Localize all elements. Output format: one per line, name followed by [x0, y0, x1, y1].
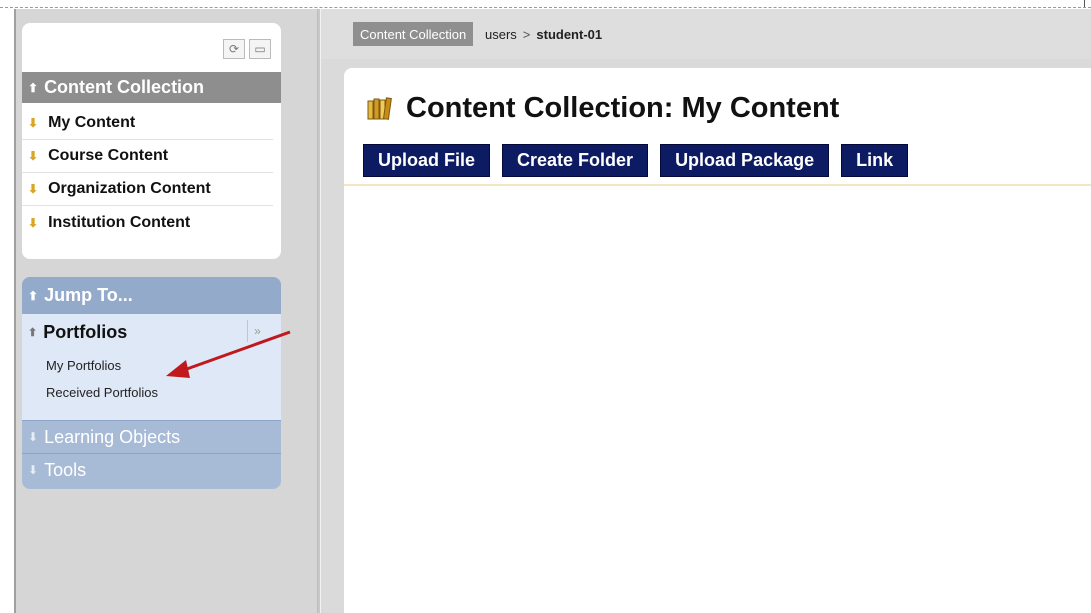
chevron-down-icon: ⬇︎	[28, 116, 39, 130]
content-collection-list: ⬇︎ My Content ⬇︎ Course Content ⬇︎ Organ…	[22, 107, 281, 239]
upload-package-button[interactable]: Upload Package	[660, 144, 830, 177]
main-panel: Content Collection: My Content Upload Fi…	[344, 68, 1091, 613]
chevron-down-icon: ⬇︎	[28, 182, 39, 196]
sidebar-item-institution-content[interactable]: ⬇︎ Institution Content	[22, 206, 273, 239]
breadcrumb-users[interactable]: users	[485, 27, 517, 42]
top-strip-tick	[1084, 0, 1085, 7]
action-bar: Upload File Create Folder Upload Package…	[363, 144, 909, 177]
create-folder-button[interactable]: Create Folder	[502, 144, 649, 177]
chevron-down-icon: ⬇︎	[28, 463, 39, 477]
content-area: Content Collection users > student-01 Co…	[321, 9, 1091, 613]
sidebar-item-tools[interactable]: ⬇︎ Tools	[22, 453, 281, 486]
link-button[interactable]: Link	[841, 144, 909, 177]
refresh-icon[interactable]: ⟳	[223, 39, 245, 59]
sidebar-item-label: Course Content	[48, 147, 169, 164]
annotation-arrow	[166, 330, 291, 378]
content-collection-box: ⟳ ▭ ⬆︎ Content Collection ⬇︎ My Content …	[22, 23, 281, 259]
breadcrumb-root[interactable]: Content Collection	[353, 22, 474, 46]
breadcrumb-path: users > student-01	[485, 22, 602, 46]
chevron-down-icon: ⬇︎	[28, 430, 39, 444]
chevron-up-icon: ⬆︎	[28, 327, 38, 339]
jump-to-header[interactable]: ⬆︎ Jump To...	[22, 277, 281, 314]
sidebar-item-label: Institution Content	[48, 213, 191, 231]
action-bar-divider	[344, 184, 1091, 186]
sidebar-item-course-content[interactable]: ⬇︎ Course Content	[22, 140, 273, 173]
upload-file-button[interactable]: Upload File	[363, 144, 491, 177]
breadcrumb-current: student-01	[536, 26, 603, 42]
sidebar-item-label: My Content	[48, 114, 136, 131]
top-strip	[0, 0, 1091, 8]
sidebar-item-label: Learning Objects	[44, 426, 181, 447]
page-title-row: Content Collection: My Content	[366, 92, 839, 125]
breadcrumb: Content Collection users > student-01	[321, 9, 1091, 59]
sidebar-item-organization-content[interactable]: ⬇︎ Organization Content	[22, 173, 273, 206]
book-icon	[367, 96, 392, 120]
chevron-down-icon: ⬇︎	[28, 215, 39, 230]
page-title: Content Collection: My Content	[406, 92, 840, 124]
folder-icon[interactable]: ▭	[249, 39, 271, 59]
content-collection-tools: ⟳ ▭	[223, 39, 271, 59]
content-collection-title: Content Collection	[44, 77, 205, 97]
jump-to-title: Jump To...	[44, 285, 133, 305]
content-collection-header[interactable]: ⬆︎ Content Collection	[22, 72, 281, 103]
sidebar-item-learning-objects[interactable]: ⬇︎ Learning Objects	[22, 420, 281, 453]
sidebar-item-label: Organization Content	[48, 180, 211, 197]
chevron-up-icon: ⬆︎	[28, 288, 39, 303]
sidebar-item-label: Tools	[44, 459, 87, 480]
chevron-up-icon: ⬆︎	[28, 80, 39, 95]
chevron-down-icon: ⬇︎	[28, 149, 39, 163]
breadcrumb-separator: >	[522, 26, 531, 42]
sidebar-item-my-content[interactable]: ⬇︎ My Content	[22, 107, 273, 140]
portfolios-title: Portfolios	[43, 322, 128, 342]
